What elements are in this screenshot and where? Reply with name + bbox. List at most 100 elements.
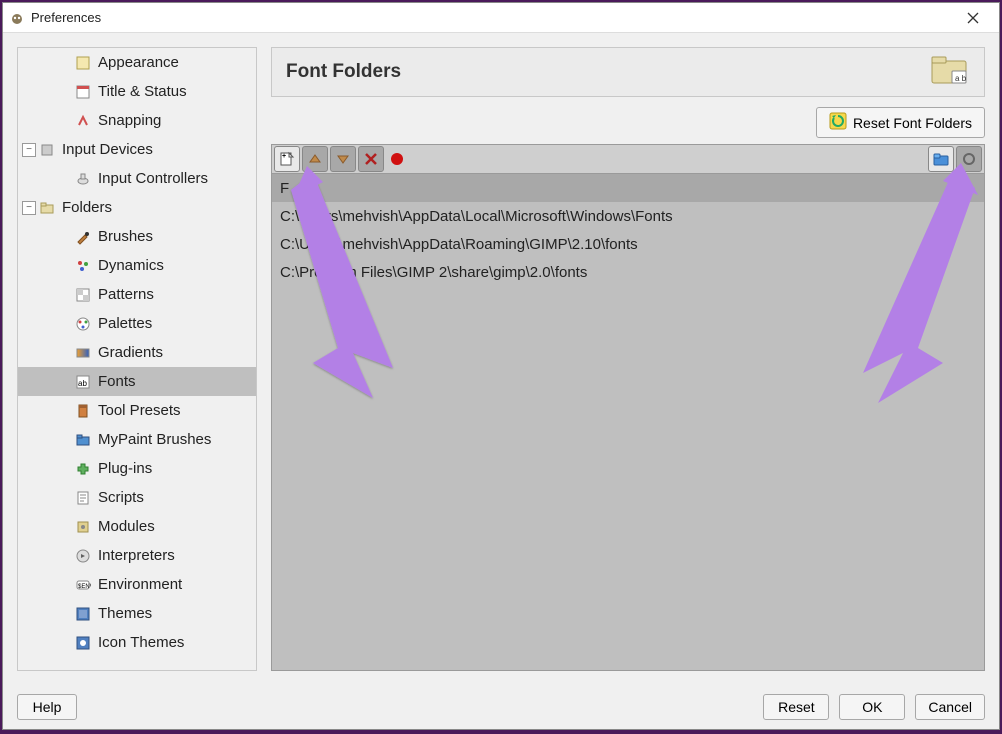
gimp-icon	[9, 10, 25, 26]
font-folder-icon: a b	[930, 53, 970, 92]
sidebar-item-title-status[interactable]: Title & Status	[18, 77, 256, 106]
panel-header: Font Folders a b	[271, 47, 985, 97]
plugins-icon	[74, 460, 92, 478]
brush-icon	[74, 228, 92, 246]
move-up-button[interactable]	[302, 146, 328, 172]
sidebar-item-folders[interactable]: − Folders	[18, 193, 256, 222]
title-icon	[74, 83, 92, 101]
iconthemes-icon	[74, 634, 92, 652]
reset-font-folders-button[interactable]: Reset Font Folders	[816, 107, 985, 138]
ok-button[interactable]: OK	[839, 694, 905, 720]
sidebar-item-fonts[interactable]: ab Fonts	[18, 367, 256, 396]
sidebar-item-brushes[interactable]: Brushes	[18, 222, 256, 251]
sidebar-item-label: Scripts	[98, 489, 144, 506]
controllers-icon	[74, 170, 92, 188]
browse-folder-button[interactable]	[928, 146, 954, 172]
sidebar-item-icon-themes[interactable]: Icon Themes	[18, 628, 256, 657]
gradients-icon	[74, 344, 92, 362]
sidebar-item-label: Appearance	[98, 54, 179, 71]
reset-row: Reset Font Folders	[271, 97, 985, 144]
scripts-icon	[74, 489, 92, 507]
sidebar-item-dynamics[interactable]: Dynamics	[18, 251, 256, 280]
sidebar-item-environment[interactable]: $ENV Environment	[18, 570, 256, 599]
sidebar-item-label: Palettes	[98, 315, 152, 332]
sidebar-item-tool-presets[interactable]: Tool Presets	[18, 396, 256, 425]
sidebar-item-label: Fonts	[98, 373, 136, 390]
titlebar: Preferences	[3, 3, 999, 33]
expand-toggle-icon[interactable]: −	[22, 201, 36, 215]
sidebar-item-interpreters[interactable]: Interpreters	[18, 541, 256, 570]
fonts-icon: ab	[74, 373, 92, 391]
folder-toolbar: +	[271, 144, 985, 174]
footer: Help Reset OK Cancel	[3, 685, 999, 729]
themes-icon	[74, 605, 92, 623]
sidebar-item-input-devices[interactable]: − Input Devices	[18, 135, 256, 164]
sidebar-item-scripts[interactable]: Scripts	[18, 483, 256, 512]
sidebar-item-patterns[interactable]: Patterns	[18, 280, 256, 309]
sidebar-item-mypaint-brushes[interactable]: MyPaint Brushes	[18, 425, 256, 454]
svg-text:a b: a b	[955, 74, 967, 83]
panel-title: Font Folders	[286, 61, 930, 83]
reset-font-folders-label: Reset Font Folders	[853, 115, 972, 131]
folder-list-row[interactable]: C:\Program Files\GIMP 2\share\gimp\2.0\f…	[272, 258, 984, 286]
sidebar-item-label: Interpreters	[98, 547, 175, 564]
sidebar-item-label: Patterns	[98, 286, 154, 303]
sidebar-item-label: Input Devices	[62, 141, 153, 158]
expand-toggle-icon[interactable]: −	[22, 143, 36, 157]
help-button[interactable]: Help	[17, 694, 77, 720]
move-down-button[interactable]	[330, 146, 356, 172]
svg-text:$ENV: $ENV	[78, 584, 91, 590]
sidebar-item-gradients[interactable]: Gradients	[18, 338, 256, 367]
sidebar-item-modules[interactable]: Modules	[18, 512, 256, 541]
folder-list-row[interactable]: C:\Users\mehvish\AppData\Local\Microsoft…	[272, 202, 984, 230]
sidebar-item-label: MyPaint Brushes	[98, 431, 211, 448]
sidebar-item-label: Icon Themes	[98, 634, 184, 651]
svg-text:+: +	[282, 153, 286, 160]
sidebar-item-label: Input Controllers	[98, 170, 208, 187]
sidebar-item-label: Brushes	[98, 228, 153, 245]
sidebar-item-plug-ins[interactable]: Plug-ins	[18, 454, 256, 483]
sidebar-item-label: Environment	[98, 576, 182, 593]
presets-icon	[74, 402, 92, 420]
folder-list[interactable]: FC:\Users\mehvish\AppData\Local\Microsof…	[271, 174, 985, 671]
sidebar-item-palettes[interactable]: Palettes	[18, 309, 256, 338]
sidebar-item-label: Plug-ins	[98, 460, 152, 477]
palettes-icon	[74, 315, 92, 333]
record-indicator-icon	[386, 152, 408, 166]
sidebar-item-label: Folders	[62, 199, 112, 216]
sidebar-item-label: Dynamics	[98, 257, 164, 274]
folder-list-row[interactable]: F	[272, 174, 984, 202]
sidebar-item-label: Tool Presets	[98, 402, 181, 419]
dynamics-icon	[74, 257, 92, 275]
sidebar-item-themes[interactable]: Themes	[18, 599, 256, 628]
reset-icon	[829, 112, 847, 133]
interpreters-icon	[74, 547, 92, 565]
window-title: Preferences	[31, 10, 953, 25]
sidebar-tree[interactable]: Appearance Title & Status Snapping − Input D…	[17, 47, 257, 671]
snap-icon	[74, 112, 92, 130]
env-icon: $ENV	[74, 576, 92, 594]
svg-text:ab: ab	[78, 379, 87, 388]
apply-folder-button[interactable]	[956, 146, 982, 172]
main-panel: Font Folders a b Reset Font Folders +	[271, 47, 985, 671]
modules-icon	[74, 518, 92, 536]
appearance-icon	[74, 54, 92, 72]
add-folder-button[interactable]: +	[274, 146, 300, 172]
devices-icon	[38, 141, 56, 159]
sidebar-item-appearance[interactable]: Appearance	[18, 48, 256, 77]
folder-list-row[interactable]: C:\Users\mehvish\AppData\Roaming\GIMP\2.…	[272, 230, 984, 258]
sidebar-item-label: Themes	[98, 605, 152, 622]
patterns-icon	[74, 286, 92, 304]
folder-path-input[interactable]	[416, 147, 920, 171]
sidebar-item-label: Gradients	[98, 344, 163, 361]
sidebar-item-snapping[interactable]: Snapping	[18, 106, 256, 135]
sidebar-item-input-controllers[interactable]: Input Controllers	[18, 164, 256, 193]
close-button[interactable]	[953, 3, 993, 33]
sidebar-item-label: Title & Status	[98, 83, 187, 100]
mypaint-icon	[74, 431, 92, 449]
delete-folder-button[interactable]	[358, 146, 384, 172]
cancel-button[interactable]: Cancel	[915, 694, 985, 720]
preferences-window: Preferences Appearance Title & Status Snap…	[2, 2, 1000, 730]
reset-button[interactable]: Reset	[763, 694, 829, 720]
body: Appearance Title & Status Snapping − Input D…	[3, 33, 999, 685]
